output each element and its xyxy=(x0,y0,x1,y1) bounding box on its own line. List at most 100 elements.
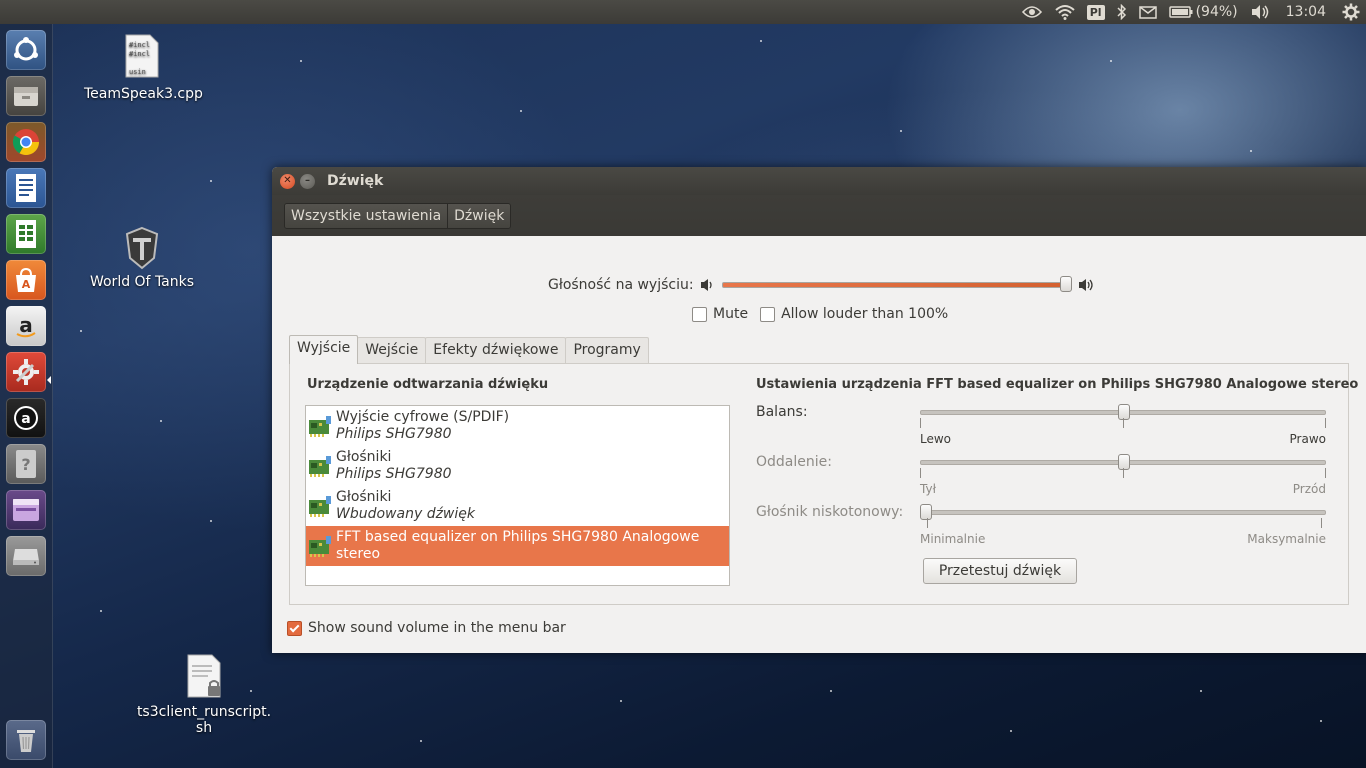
svg-text:#incl: #incl xyxy=(129,50,150,58)
fade-slider[interactable]: Tył Przód xyxy=(920,454,1326,496)
writer-icon[interactable] xyxy=(6,168,46,208)
device-name: Głośniki xyxy=(336,449,392,465)
amazon-icon[interactable]: a xyxy=(6,306,46,346)
output-volume-slider-handle[interactable] xyxy=(1059,276,1072,292)
help-icon[interactable]: ? xyxy=(6,444,46,484)
battery-percentage: (94%) xyxy=(1195,4,1238,20)
wifi-icon[interactable] xyxy=(1049,0,1081,24)
battery-icon xyxy=(1168,6,1193,18)
output-volume-row: Głośność na wyjściu: xyxy=(548,276,1096,293)
subwoofer-max-label: Maksymalnie xyxy=(1247,532,1326,546)
show-volume-checkbox[interactable] xyxy=(287,620,302,636)
volume-low-icon xyxy=(700,279,712,291)
output-volume-label: Głośność na wyjściu: xyxy=(548,277,694,293)
nvidia-icon[interactable] xyxy=(1015,0,1049,24)
sound-settings-window: ✕ – Dźwięk Wszystkie ustawienia Dźwięk G… xyxy=(272,167,1366,653)
svg-text:?: ? xyxy=(21,455,30,474)
balance-label: Balans: xyxy=(756,404,808,420)
show-volume-label: Show sound volume in the menu bar xyxy=(308,620,566,636)
list-item[interactable]: Głośniki Wbudowany dźwięk xyxy=(306,486,729,526)
test-sound-button[interactable]: Przetestuj dźwięk xyxy=(923,558,1077,584)
output-volume-slider[interactable] xyxy=(721,276,1072,292)
desktop-icon-label: World Of Tanks xyxy=(89,274,195,290)
device-description: Philips SHG7980 xyxy=(336,466,452,482)
allow-louder-label: Allow louder than 100% xyxy=(781,306,949,322)
sound-card-icon xyxy=(309,416,331,437)
active-app-indicator xyxy=(47,376,51,384)
show-volume-option[interactable]: Show sound volume in the menu bar xyxy=(287,620,566,636)
device-name: Głośniki xyxy=(336,489,392,505)
device-settings-heading: Ustawienia urządzenia FFT based equalize… xyxy=(756,377,1359,392)
device-name: FFT based equalizer on Philips SHG7980 A… xyxy=(336,529,700,562)
tab-applications[interactable]: Programy xyxy=(565,337,649,364)
script-file-icon xyxy=(187,654,221,698)
desktop-icon-teamspeak-cpp[interactable]: #incl #incl usin TeamSpeak3.cpp xyxy=(84,34,203,102)
mute-checkbox[interactable] xyxy=(692,306,707,322)
close-icon: ✕ xyxy=(283,175,292,186)
subwoofer-min-label: Minimalnie xyxy=(920,532,986,546)
volume-icon[interactable] xyxy=(1244,0,1276,24)
device-name: Wyjście cyfrowe (S/PDIF) xyxy=(336,409,510,425)
list-item[interactable]: Głośniki Philips SHG7980 xyxy=(306,446,729,486)
window-toolbar: Wszystkie ustawienia Dźwięk xyxy=(272,195,1366,236)
mail-icon[interactable] xyxy=(1133,0,1163,24)
list-item-selected[interactable]: FFT based equalizer on Philips SHG7980 A… xyxy=(306,526,729,566)
allow-louder-checkbox[interactable] xyxy=(760,306,776,322)
balance-slider-handle[interactable] xyxy=(1118,404,1130,420)
balance-left-label: Lewo xyxy=(920,432,952,446)
gear-icon[interactable] xyxy=(1336,0,1366,24)
dash-home-icon[interactable] xyxy=(6,30,46,70)
trash-icon[interactable] xyxy=(6,720,46,760)
mute-label: Mute xyxy=(713,306,749,322)
svg-text:#incl: #incl xyxy=(129,41,150,49)
software-center-icon[interactable]: A xyxy=(6,260,46,300)
keyboard-layout-badge: Pl xyxy=(1086,4,1105,20)
svg-text:usin: usin xyxy=(129,68,146,76)
clock[interactable]: 13:04 xyxy=(1276,0,1336,24)
device-list[interactable]: Wyjście cyfrowe (S/PDIF) Philips SHG7980 … xyxy=(305,405,730,586)
tab-output[interactable]: Wyjście xyxy=(289,335,359,364)
battery-indicator[interactable]: (94%) xyxy=(1163,0,1244,24)
balance-slider[interactable]: Lewo Prawo xyxy=(920,404,1326,446)
removable-drive-icon[interactable] xyxy=(6,536,46,576)
svg-text:a: a xyxy=(21,411,30,427)
desktop-icon-ts3client-runscript[interactable]: ts3client_runscript. sh xyxy=(134,652,274,736)
allow-louder-option[interactable]: Allow louder than 100% xyxy=(760,306,948,322)
close-button[interactable]: ✕ xyxy=(280,173,295,189)
sound-card-icon xyxy=(309,536,331,557)
breadcrumb-sound[interactable]: Dźwięk xyxy=(448,203,511,228)
subwoofer-slider-handle[interactable] xyxy=(920,504,932,520)
window-title: Dźwięk xyxy=(327,173,384,189)
subwoofer-label: Głośnik niskotonowy: xyxy=(756,504,904,520)
svg-text:a: a xyxy=(19,313,33,337)
subwoofer-slider[interactable]: Minimalnie Maksymalnie xyxy=(920,504,1326,546)
device-list-heading: Urządzenie odtwarzania dźwięku xyxy=(307,377,549,392)
breadcrumb-all-settings[interactable]: Wszystkie ustawienia xyxy=(285,203,449,228)
tab-bar: Wyjście Wejście Efekty dźwiękowe Program… xyxy=(289,335,649,364)
mute-option[interactable]: Mute xyxy=(692,306,748,322)
sound-card-icon xyxy=(309,456,331,477)
fade-slider-handle[interactable] xyxy=(1118,454,1130,470)
sound-card-icon xyxy=(309,496,331,517)
chrome-icon[interactable] xyxy=(6,122,46,162)
tab-sound-effects[interactable]: Efekty dźwiękowe xyxy=(425,337,567,364)
list-item[interactable]: Wyjście cyfrowe (S/PDIF) Philips SHG7980 xyxy=(306,406,729,446)
desktop-icon-label: TeamSpeak3.cpp xyxy=(84,86,203,102)
volume-options: Mute Allow louder than 100% xyxy=(692,306,960,322)
svg-text:A: A xyxy=(22,278,31,291)
desktop-icon-world-of-tanks[interactable]: World Of Tanks xyxy=(84,226,200,290)
minimize-icon: – xyxy=(305,175,310,186)
system-settings-icon[interactable] xyxy=(6,352,46,392)
keyboard-layout-icon[interactable]: Pl xyxy=(1081,0,1111,24)
top-panel: Pl (94%) 13:04 xyxy=(0,0,1366,24)
tab-input[interactable]: Wejście xyxy=(357,337,427,364)
workspace-switcher-icon[interactable] xyxy=(6,490,46,530)
audacious-icon[interactable]: a xyxy=(6,398,46,438)
window-titlebar[interactable]: ✕ – Dźwięk xyxy=(272,167,1366,195)
calc-icon[interactable] xyxy=(6,214,46,254)
files-icon[interactable] xyxy=(6,76,46,116)
minimize-button[interactable]: – xyxy=(300,173,315,189)
bluetooth-icon[interactable] xyxy=(1111,0,1133,24)
fade-right-label: Przód xyxy=(1292,482,1326,496)
volume-high-icon xyxy=(1078,279,1093,291)
